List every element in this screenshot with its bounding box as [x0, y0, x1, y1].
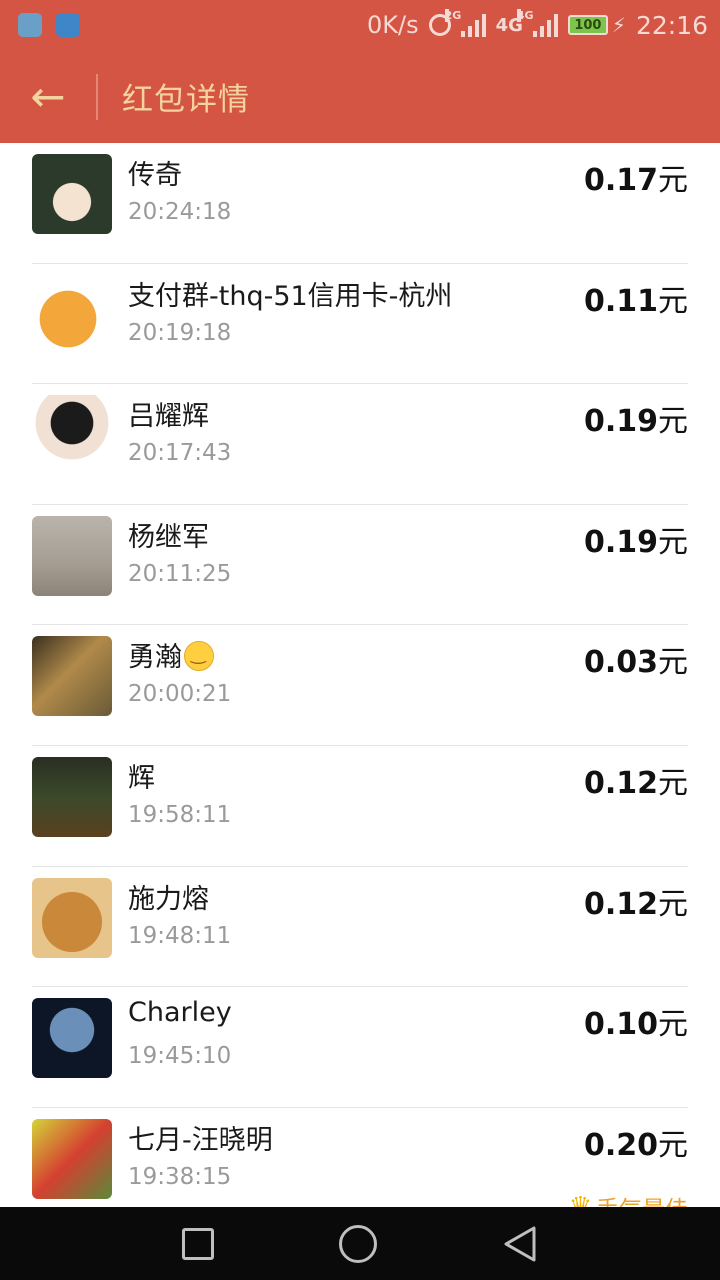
- network-2g-label: 2G: [444, 9, 462, 22]
- amount: 0.17元: [584, 155, 688, 199]
- amount-unit: 元: [658, 645, 688, 681]
- avatar: [32, 636, 112, 717]
- recipient-name: 七月-汪晓明: [128, 1124, 273, 1156]
- clock: 22:16: [635, 10, 708, 40]
- avatar: [32, 756, 112, 837]
- back-nav-button[interactable]: [502, 1225, 538, 1263]
- amount: 0.12元: [584, 879, 688, 923]
- system-indicators: 0K/s 2G 4G 4G 100 ⚡ 22:16: [366, 9, 708, 40]
- avatar: [32, 1118, 112, 1199]
- arrow-left-icon: ←: [30, 71, 66, 121]
- recipient-name: 杨继军: [128, 521, 209, 553]
- list-item[interactable]: 支付群-thq-51信用卡-杭州 20:19:18 0.11元: [32, 264, 688, 385]
- recipient-name: 传奇: [128, 160, 182, 191]
- amount-value: 0.20: [583, 1127, 658, 1163]
- amount-value: 0.19: [583, 524, 658, 560]
- home-button[interactable]: [338, 1224, 377, 1263]
- battery-icon: 100: [567, 15, 608, 35]
- received-time: 19:58:11: [128, 801, 232, 828]
- recipient-name: Charley: [128, 997, 232, 1029]
- amount: 0.19元: [584, 517, 688, 561]
- best-luck-badge: ♛ 手气最佳: [569, 1190, 688, 1207]
- list-item[interactable]: 施力熔 19:48:11 0.12元: [32, 867, 688, 988]
- received-time: 20:19:18: [128, 319, 232, 346]
- network-4g-label-b: 4G: [516, 9, 534, 22]
- amount-unit: 元: [658, 524, 688, 560]
- list-item[interactable]: 勇瀚 20:00:21 0.03元: [32, 625, 688, 746]
- amount-value: 0.12: [583, 765, 658, 801]
- amount-value: 0.03: [583, 645, 658, 681]
- amount: 0.19元: [584, 396, 688, 440]
- received-time: 20:24:18: [128, 199, 232, 225]
- navigation-bar: [0, 1207, 720, 1280]
- amount-value: 0.10: [583, 1007, 658, 1043]
- amount: 0.20元: [584, 1120, 688, 1164]
- recipient-list[interactable]: 传奇 20:24:18 0.17元 支付群-thq-51信用卡-杭州 20:19…: [32, 143, 688, 1207]
- amount-value: 0.11: [583, 283, 658, 319]
- back-button[interactable]: ←: [0, 50, 96, 143]
- smile-emoji-icon: [184, 641, 214, 672]
- avatar: [32, 154, 112, 234]
- image-icon: [56, 13, 80, 37]
- recipient-name: 勇瀚: [128, 642, 182, 674]
- received-time: 19:38:15: [128, 1163, 232, 1190]
- avatar: [32, 998, 112, 1079]
- amount-unit: 元: [658, 404, 688, 440]
- amount-unit: 元: [658, 1127, 688, 1163]
- avatar: [32, 395, 112, 476]
- network-speed: 0K/s: [366, 11, 419, 39]
- amount-value: 0.17: [583, 163, 658, 198]
- amount: 0.10元: [584, 999, 688, 1043]
- amount-value: 0.12: [583, 886, 658, 922]
- list-item[interactable]: 传奇 20:24:18 0.17元: [32, 143, 688, 264]
- signal-4g-icon: 4G: [516, 9, 558, 37]
- header-divider: [96, 73, 98, 120]
- avatar: [32, 515, 112, 596]
- best-luck-label: 手气最佳: [596, 1190, 688, 1207]
- recipient-name: 施力熔: [128, 883, 209, 915]
- amount-unit: 元: [658, 886, 688, 922]
- notification-icons: [18, 13, 80, 37]
- triangle-back-icon: [504, 1226, 536, 1261]
- amount-unit: 元: [658, 283, 688, 319]
- app-header: ← 红包详情: [0, 50, 720, 143]
- list-item[interactable]: Charley 19:45:10 0.10元: [32, 987, 688, 1108]
- list-item[interactable]: 吕耀辉 20:17:43 0.19元: [32, 384, 688, 505]
- recents-button[interactable]: [182, 1227, 215, 1260]
- amount: 0.11元: [584, 276, 688, 320]
- usb-icon: [18, 13, 42, 37]
- amount: 0.12元: [584, 758, 688, 802]
- amount: 0.03元: [584, 637, 688, 681]
- signal-2g-icon: 2G: [444, 9, 486, 37]
- list-item[interactable]: 辉 19:58:11 0.12元: [32, 746, 688, 867]
- charging-icon: ⚡: [611, 13, 626, 37]
- recipient-name: 辉: [128, 762, 155, 794]
- recipient-name: 支付群-thq-51信用卡-杭州: [128, 280, 453, 312]
- crown-icon: ♛: [568, 1191, 592, 1207]
- received-time: 19:45:10: [128, 1043, 232, 1070]
- recipient-name-row: 勇瀚: [128, 635, 214, 674]
- received-time: 20:11:25: [128, 560, 232, 587]
- status-bar: 0K/s 2G 4G 4G 100 ⚡ 22:16: [0, 0, 720, 50]
- recipient-name: 吕耀辉: [128, 401, 209, 433]
- list-item[interactable]: 杨继军 20:11:25 0.19元: [32, 505, 688, 626]
- amount-unit: 元: [658, 765, 688, 801]
- list-item[interactable]: 七月-汪晓明 19:38:15 0.20元 ♛ 手气最佳: [32, 1108, 688, 1207]
- avatar: [32, 877, 112, 958]
- amount-value: 0.19: [583, 404, 658, 440]
- received-time: 19:48:11: [128, 922, 232, 949]
- avatar: [32, 274, 112, 355]
- page-title: 红包详情: [122, 82, 250, 118]
- received-time: 20:17:43: [128, 440, 232, 467]
- amount-unit: 元: [658, 163, 688, 198]
- received-time: 20:00:21: [128, 681, 232, 708]
- amount-unit: 元: [658, 1007, 688, 1043]
